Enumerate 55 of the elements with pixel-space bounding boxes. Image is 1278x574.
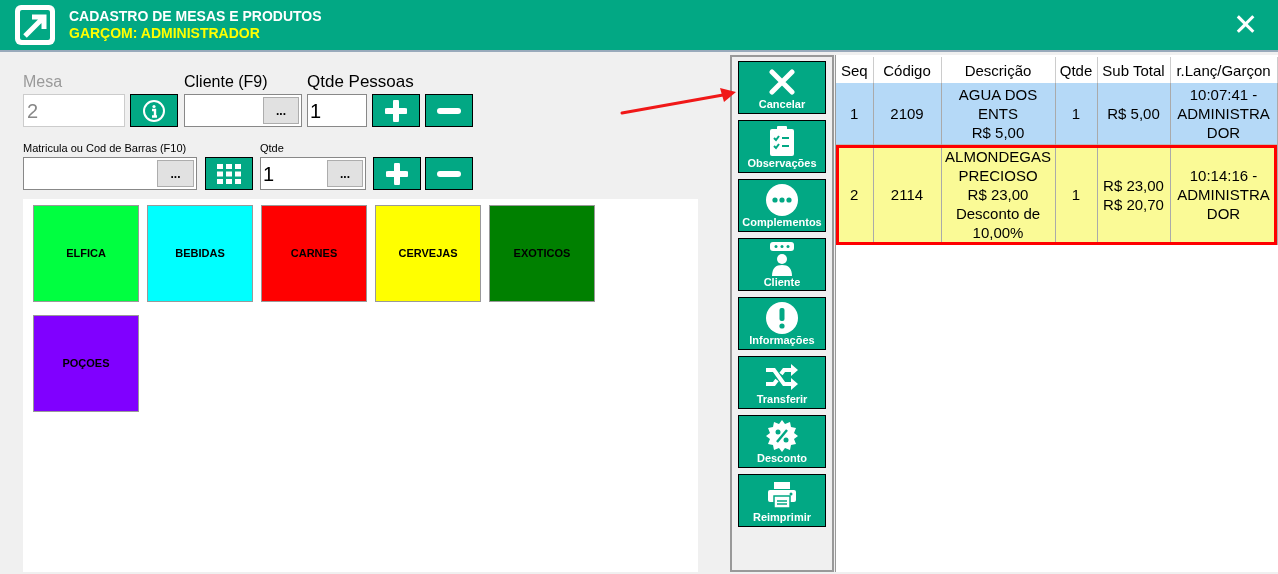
discount-icon — [766, 419, 798, 452]
table-cell: 1 — [1055, 144, 1097, 245]
category-tile[interactable]: CARNES — [261, 205, 367, 302]
table-cell: 1 — [836, 83, 873, 145]
waiter-label: GARÇOM: ADMINISTRADOR — [69, 25, 261, 42]
keypad-icon — [217, 163, 241, 184]
table-cell: 1 — [1055, 83, 1097, 145]
more-icon — [766, 183, 798, 216]
field-label: Cliente (F9) — [184, 72, 269, 92]
table-cell: R$ 23,00 R$ 20,70 — [1097, 144, 1170, 245]
table-row[interactable]: 1 2109 AGUA DOS ENTS R$ 5,00 1 R$ 5,00 10:07:41 - ADMINISTRA DOR — [836, 83, 1277, 145]
category-tile[interactable]: BEBIDAS — [147, 205, 253, 302]
category-tile[interactable]: ELFICA — [33, 205, 139, 302]
minus-button[interactable] — [425, 94, 473, 127]
category-tile[interactable]: CERVEJAS — [375, 205, 481, 302]
close-icon — [769, 68, 795, 95]
plus-icon — [385, 99, 407, 122]
table-cell: R$ 5,00 — [1097, 83, 1170, 145]
logo-icon — [15, 5, 55, 45]
keypad-button[interactable] — [205, 157, 253, 190]
browse-button[interactable]: ... — [157, 160, 194, 187]
people-field[interactable]: 1 — [307, 94, 367, 127]
mesa-field: 2 — [23, 94, 125, 127]
table-cell: 2114 — [873, 144, 941, 245]
minus-icon — [437, 107, 461, 114]
field-label: Qtde — [260, 141, 285, 156]
info-button[interactable] — [130, 94, 178, 127]
client-field[interactable]: ... — [184, 94, 302, 127]
barcode-field[interactable]: ... — [23, 157, 197, 190]
field-label: Mesa — [23, 72, 64, 92]
quantity-field[interactable]: 1 ... — [260, 157, 366, 190]
plus-button[interactable] — [373, 157, 421, 190]
table-cell: AGUA DOS ENTS R$ 5,00 — [941, 83, 1055, 145]
info-icon — [142, 98, 166, 123]
plus-icon — [386, 162, 408, 185]
field-label: Qtde Pessoas — [307, 71, 414, 93]
person-icon — [769, 242, 795, 276]
plus-button[interactable] — [372, 94, 420, 127]
table-cell: 2109 — [873, 83, 941, 145]
minus-icon — [437, 170, 461, 177]
table-cell: 2 — [836, 144, 873, 245]
minus-button[interactable] — [425, 157, 473, 190]
table-cell: 10:14:16 - ADMINISTRA DOR — [1170, 144, 1277, 245]
browse-button[interactable]: ... — [263, 97, 299, 124]
window-title: CADASTRO DE MESAS E PRODUTOS — [69, 8, 322, 25]
browse-button[interactable]: ... — [327, 160, 363, 187]
exclamation-icon — [766, 301, 798, 334]
quantity-value: 1 — [263, 161, 276, 187]
table-cell: 10:07:41 - ADMINISTRA DOR — [1170, 83, 1277, 145]
table-cell: ALMONDEGAS PRECIOSO R$ 23,00 Desconto de 10,00% — [941, 144, 1055, 245]
printer-icon — [768, 481, 796, 508]
shuffle-icon — [766, 363, 798, 390]
field-label: Matricula ou Cod de Barras (F10) — [23, 141, 188, 156]
category-tile[interactable]: EXOTICOS — [489, 205, 595, 302]
clipboard-icon — [770, 125, 794, 156]
